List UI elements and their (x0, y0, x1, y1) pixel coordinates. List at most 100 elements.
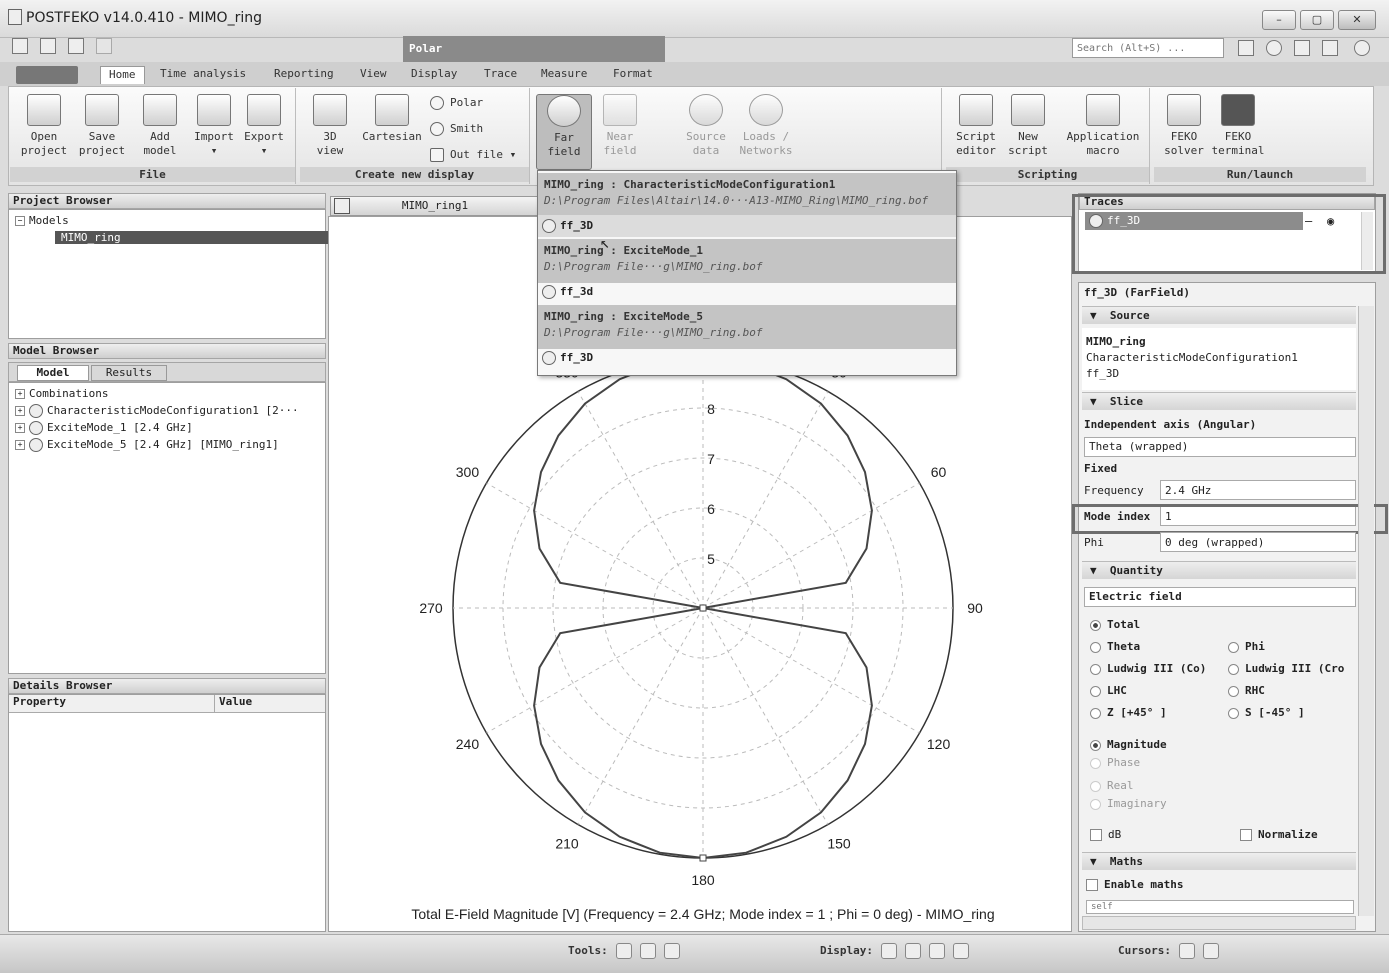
radio-magnitude[interactable]: Magnitude (1090, 738, 1167, 751)
smith-button[interactable]: Smith (430, 120, 483, 138)
expand-icon[interactable]: + (15, 423, 25, 433)
redo-icon[interactable] (96, 38, 112, 54)
radio-ludwig-cross[interactable]: Ludwig III (Cro (1228, 662, 1356, 675)
zoom-tool-icon[interactable] (663, 943, 680, 959)
tree-excitemode-5[interactable]: + ExciteMode_5 [2.4 GHz] [MIMO_ring1] (15, 436, 319, 453)
add-model-button[interactable]: Add model (132, 94, 188, 158)
document-tab[interactable]: MIMO_ring1 (330, 196, 540, 216)
minimize-button[interactable]: – (1262, 10, 1296, 30)
far-field-button[interactable]: Far field (536, 94, 592, 170)
pan-tool-icon[interactable] (639, 943, 656, 959)
cursor-tool-icon[interactable] (615, 943, 632, 959)
application-macro-button[interactable]: Application macro (1066, 94, 1140, 158)
zoom-extent-icon[interactable] (952, 943, 969, 959)
feko-terminal-button[interactable]: FEKO terminal (1210, 94, 1266, 158)
application-menu-button[interactable] (16, 66, 78, 84)
script-editor-button[interactable]: Script editor (948, 94, 1004, 158)
feko-solver-button[interactable]: FEKO solver (1156, 94, 1212, 158)
tree-combinations[interactable]: + Combinations (15, 385, 319, 402)
radio-lhc[interactable]: LHC (1090, 684, 1127, 697)
phi-field[interactable]: 0 deg (wrapped) (1160, 532, 1356, 552)
tab-trace[interactable]: Trace (484, 67, 517, 85)
model-browser-tabs: Model Results (8, 362, 326, 382)
zoom-fit-icon[interactable] (904, 943, 921, 959)
properties-hscrollbar[interactable] (1082, 916, 1356, 930)
title-bar: POSTFEKO v14.0.410 - MIMO_ring – ▢ ✕ (0, 0, 1389, 38)
options-icon[interactable] (1322, 40, 1338, 56)
loads-networks-button[interactable]: Loads / Networks (738, 94, 794, 158)
radio-s45[interactable]: S [-45° ] (1228, 706, 1305, 719)
column-value[interactable]: Value (215, 695, 325, 713)
save-project-button[interactable]: Save project (74, 94, 130, 158)
polar-button[interactable]: Polar (430, 94, 483, 112)
tab-home[interactable]: Home (100, 66, 145, 84)
db-checkbox[interactable]: dB (1090, 828, 1121, 841)
radio-phase[interactable]: Phase (1090, 756, 1140, 769)
collapse-icon[interactable]: − (15, 216, 25, 226)
open-project-button[interactable]: Open project (16, 94, 72, 158)
maths-expression[interactable]: self (1086, 900, 1354, 914)
radio-theta[interactable]: Theta (1090, 640, 1140, 653)
source-data-button[interactable]: Source data (678, 94, 734, 158)
normalize-checkbox[interactable]: Normalize (1240, 828, 1318, 841)
new-script-button[interactable]: New script (1000, 94, 1056, 158)
radio-ludwig-co[interactable]: Ludwig III (Co) (1090, 662, 1206, 675)
close-button[interactable]: ✕ (1338, 10, 1376, 30)
out-file-button[interactable]: Out file ▾ (430, 146, 516, 164)
tab-view[interactable]: View (360, 67, 387, 85)
dropdown-item-ff-3[interactable]: ff_3D (538, 347, 956, 369)
angle-label: 90 (967, 600, 983, 616)
cartesian-button[interactable]: Cartesian (360, 94, 424, 144)
radio-rhc[interactable]: RHC (1228, 684, 1265, 697)
docs-icon[interactable] (1294, 40, 1310, 56)
quantity-select[interactable]: Electric field (1084, 587, 1356, 607)
radio-imaginary[interactable]: Imaginary (1090, 797, 1167, 810)
save-icon[interactable] (40, 38, 56, 54)
radio-phi[interactable]: Phi (1228, 640, 1265, 653)
quantity-section[interactable]: ▼ Quantity (1082, 561, 1356, 579)
refresh-icon[interactable] (928, 943, 945, 959)
help-topic-icon[interactable] (1266, 40, 1282, 56)
import-button[interactable]: Import ▾ (186, 94, 242, 158)
help-icon[interactable] (1354, 40, 1370, 56)
tab-display[interactable]: Display (411, 67, 457, 85)
axis-select[interactable]: Theta (wrapped) (1084, 437, 1356, 457)
near-field-button[interactable]: Near field (592, 94, 648, 158)
maximize-button[interactable]: ▢ (1300, 10, 1334, 30)
expand-icon[interactable]: + (15, 389, 25, 399)
properties-vscrollbar[interactable] (1358, 306, 1374, 916)
radio-total[interactable]: Total (1090, 618, 1140, 631)
zoom-in-icon[interactable] (880, 943, 897, 959)
tab-reporting[interactable]: Reporting (274, 67, 334, 85)
expand-icon[interactable]: + (15, 406, 25, 416)
tab-model[interactable]: Model (17, 365, 89, 381)
frequency-field[interactable]: 2.4 GHz (1160, 480, 1356, 500)
tree-characteristic-mode[interactable]: + CharacteristicModeConfiguration1 [2··· (15, 402, 319, 419)
polar-icon (430, 96, 444, 110)
search-input[interactable] (1072, 38, 1224, 58)
new-icon[interactable] (12, 38, 28, 54)
expand-icon[interactable]: + (15, 440, 25, 450)
maths-section[interactable]: ▼ Maths (1082, 852, 1356, 870)
export-button[interactable]: Export ▾ (236, 94, 292, 158)
cursor-icon[interactable] (1178, 943, 1195, 959)
model-browser-title: Model Browser (8, 343, 326, 359)
undo-icon[interactable] (68, 38, 84, 54)
column-property[interactable]: Property (9, 695, 215, 713)
radio-real[interactable]: Real (1090, 779, 1134, 792)
tab-results[interactable]: Results (91, 365, 167, 381)
tab-format[interactable]: Format (613, 67, 653, 85)
layout-icon[interactable] (1238, 40, 1254, 56)
tree-mimo-ring[interactable]: MIMO_ring (15, 229, 331, 246)
enable-maths-checkbox[interactable]: Enable maths (1086, 878, 1183, 891)
source-section[interactable]: ▼ Source (1082, 306, 1356, 324)
tree-excitemode-1[interactable]: + ExciteMode_1 [2.4 GHz] (15, 419, 319, 436)
annotation-icon[interactable] (1202, 943, 1219, 959)
dropdown-item-ff-2[interactable]: ff_3d (538, 281, 956, 303)
tab-time-analysis[interactable]: Time analysis (160, 67, 246, 85)
tree-models[interactable]: − Models (15, 212, 319, 229)
slice-section[interactable]: ▼ Slice (1082, 392, 1356, 410)
radio-z45[interactable]: Z [+45° ] (1090, 706, 1167, 719)
tab-measure[interactable]: Measure (541, 67, 587, 85)
3d-view-button[interactable]: 3D view (302, 94, 358, 158)
